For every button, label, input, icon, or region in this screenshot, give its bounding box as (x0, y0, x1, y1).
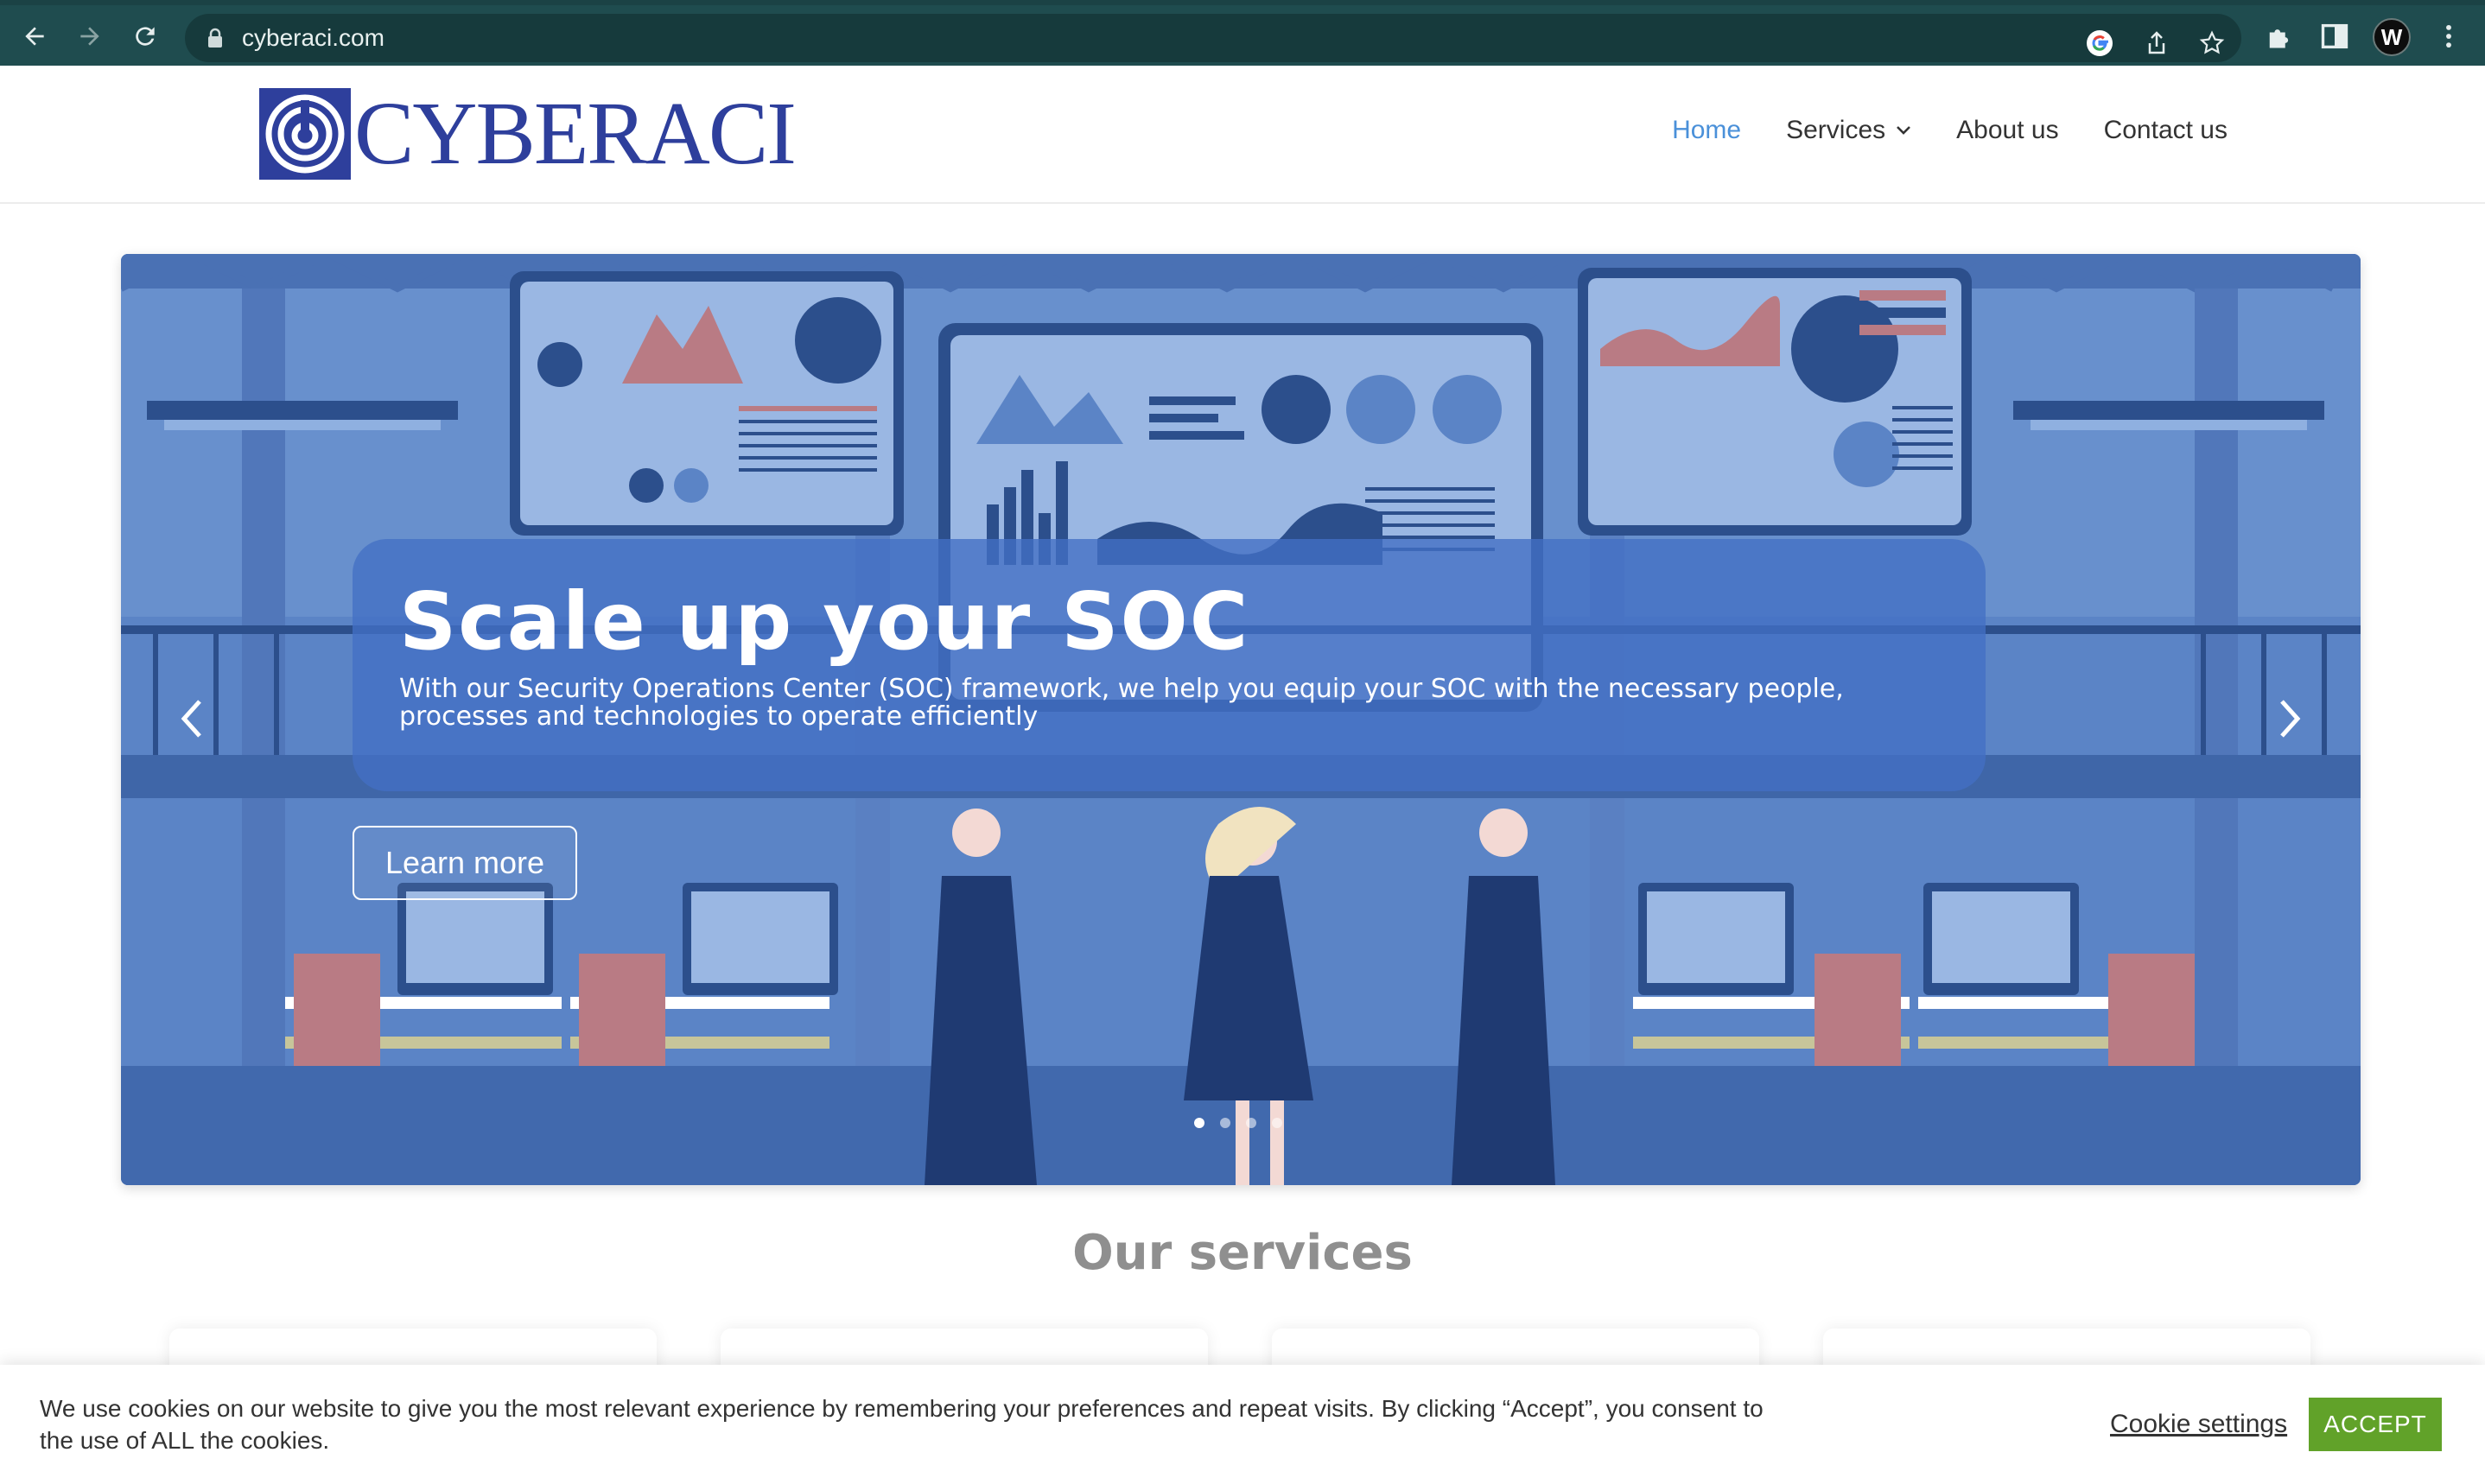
nav-home[interactable]: Home (1672, 116, 1741, 145)
reload-icon[interactable] (128, 19, 162, 54)
services-heading: Our services (1072, 1225, 1413, 1281)
cookie-settings-link[interactable]: Cookie settings (2110, 1410, 2287, 1439)
nav-services-label: Services (1786, 116, 1886, 144)
hero-slider: Scale up your SOC With our Security Oper… (121, 254, 2361, 1185)
extensions-icon[interactable] (2264, 21, 2295, 52)
lock-icon[interactable] (206, 28, 225, 48)
nav-services[interactable]: Services (1786, 116, 1911, 145)
logo-wordmark: CYBERACI (354, 84, 797, 183)
site-header: CYBERACI Home Services About us Contact … (0, 66, 2485, 204)
chevron-left-icon[interactable] (169, 693, 213, 745)
browser-toolbar: cyberaci.com W (0, 0, 2485, 66)
cookie-message: We use cookies on our website to give yo… (40, 1395, 1764, 1454)
main-navigation: Home Services About us Contact us (1672, 116, 2228, 145)
slide-dot-3[interactable] (1246, 1118, 1256, 1128)
learn-more-button[interactable]: Learn more (353, 826, 577, 900)
chevron-right-icon[interactable] (2269, 693, 2312, 745)
cookie-consent-bar: We use cookies on our website to give yo… (0, 1365, 2485, 1484)
hero-title: Scale up your SOC (399, 575, 1250, 668)
back-icon[interactable] (17, 19, 52, 54)
address-bar[interactable]: cyberaci.com (185, 14, 2241, 62)
slider-pagination (1194, 1118, 1282, 1128)
nav-contact[interactable]: Contact us (2104, 116, 2228, 145)
chevron-down-icon (1897, 126, 1911, 135)
slide-dot-1[interactable] (1194, 1118, 1204, 1128)
forward-icon[interactable] (73, 19, 107, 54)
slide-dot-2[interactable] (1220, 1118, 1230, 1128)
url-text[interactable]: cyberaci.com (242, 24, 385, 52)
slide-dot-4[interactable] (1272, 1118, 1282, 1128)
share-icon[interactable] (2143, 29, 2170, 57)
profile-avatar[interactable]: W (2373, 18, 2411, 56)
nav-about[interactable]: About us (1956, 116, 2058, 145)
hero-subtitle: With our Security Operations Center (SOC… (399, 674, 1844, 732)
more-menu-icon[interactable] (2433, 21, 2464, 52)
site-logo[interactable]: CYBERACI (259, 84, 797, 183)
google-icon[interactable] (2086, 29, 2113, 57)
accept-cookies-button[interactable]: ACCEPT (2309, 1398, 2442, 1451)
bookmark-star-icon[interactable] (2198, 29, 2226, 57)
logo-mark-icon (259, 88, 351, 180)
side-panel-icon[interactable] (2319, 21, 2350, 52)
